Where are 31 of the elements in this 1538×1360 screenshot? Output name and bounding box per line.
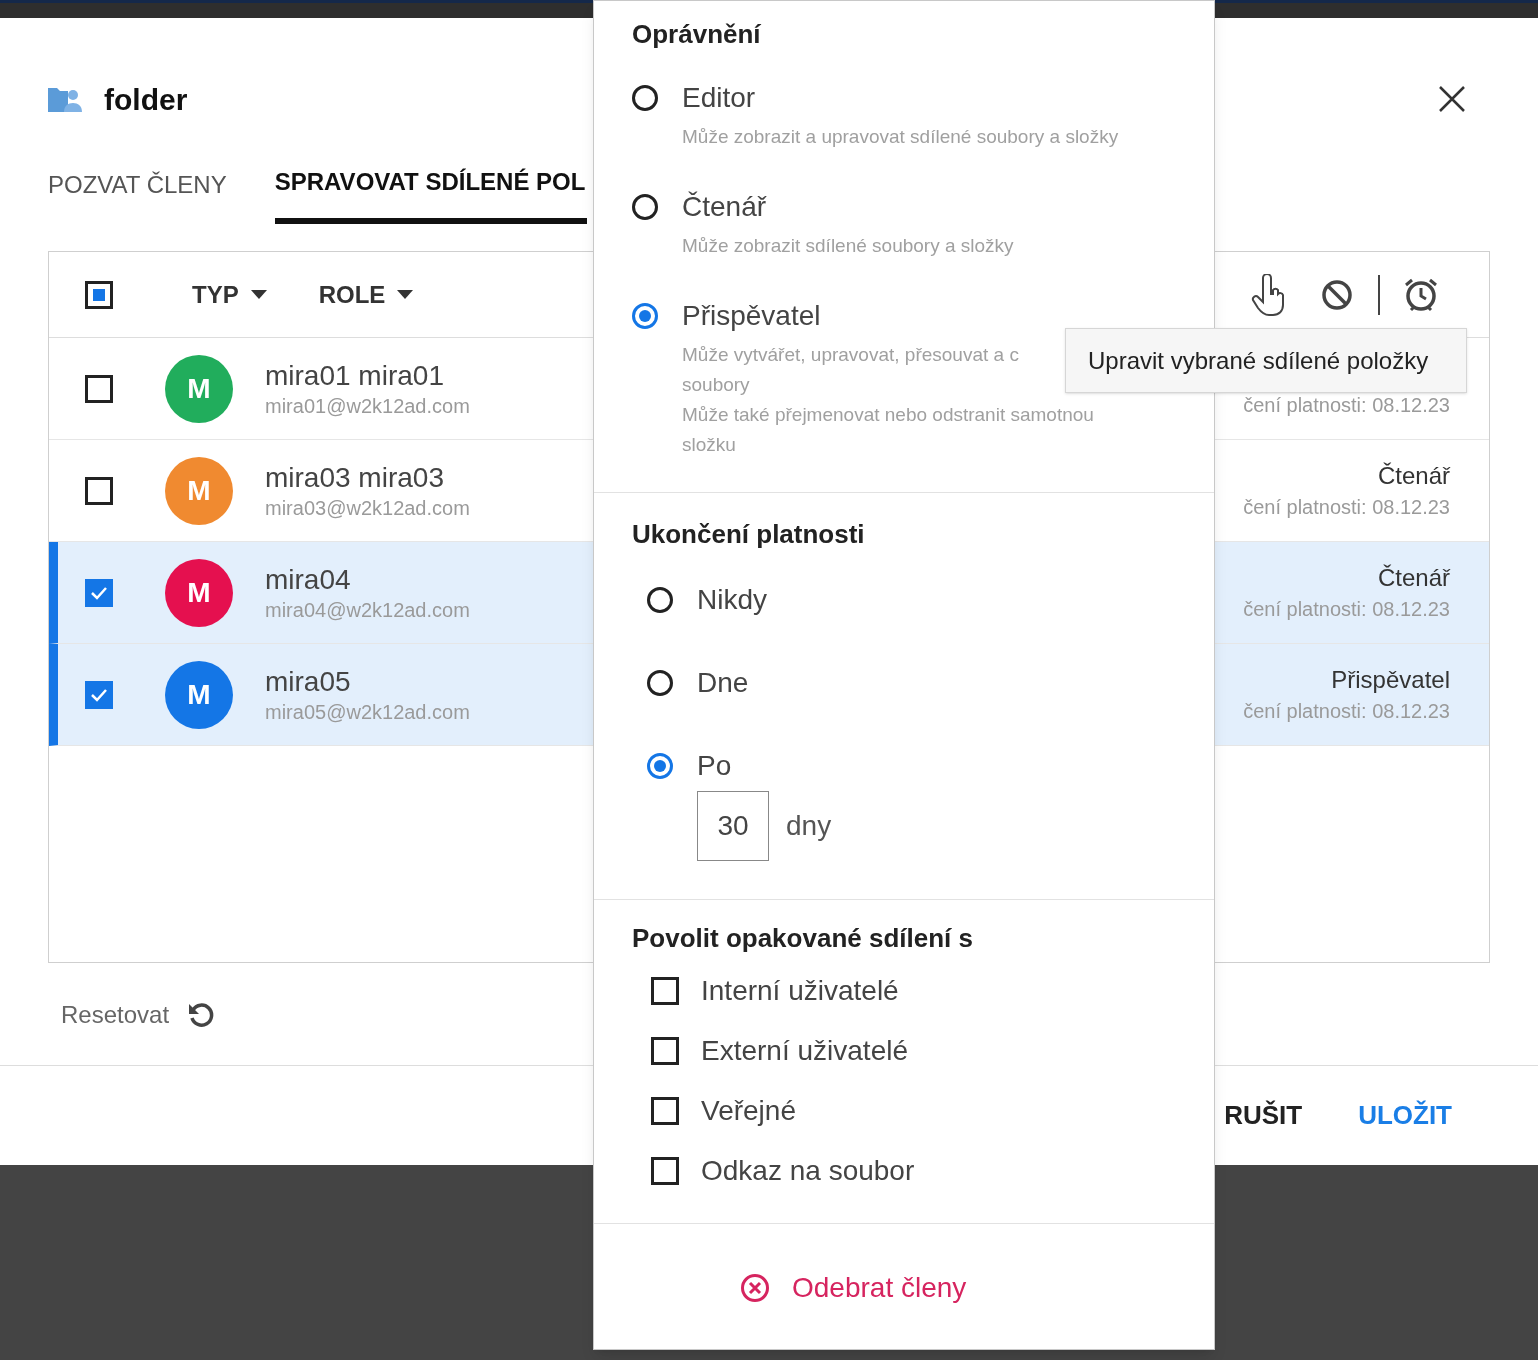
avatar: M — [165, 660, 233, 729]
expiry-date: čení platnosti: 08.12.23 — [1243, 698, 1450, 724]
expiry-date: čení platnosti: 08.12.23 — [1243, 494, 1450, 520]
avatar: M — [165, 354, 233, 423]
member-email: mira01@w2k12ad.com — [265, 393, 470, 419]
option-description: Může vytvářet, upravovat, přesouvat a c — [682, 343, 1019, 367]
section-heading: Povolit opakované sdílení s — [632, 923, 974, 953]
unit-label: dny — [786, 809, 832, 843]
member-role: Přispěvatel — [1331, 664, 1450, 695]
option-description: složku — [682, 433, 736, 457]
option-description: Může zobrazit a upravovat sdílené soubory a složky — [682, 125, 1119, 149]
member-name: mira01 mira01 — [265, 358, 445, 393]
member-name: mira03 mira03 — [265, 460, 445, 495]
expiry-date: čení platnosti: 08.12.23 — [1243, 596, 1450, 622]
section-heading: Ukončení platnosti — [632, 519, 866, 549]
option-description: soubory — [682, 373, 750, 397]
member-email: mira05@w2k12ad.com — [265, 699, 470, 725]
member-name: mira05 — [265, 664, 352, 699]
member-email: mira03@w2k12ad.com — [265, 495, 470, 521]
member-role: Čtenář — [1377, 460, 1450, 491]
tooltip: Upravit vybrané sdílené položky — [1065, 328, 1467, 393]
dialog-title: folder — [104, 81, 188, 118]
option-description: Může také přejmenovat nebo odstranit samotnou — [682, 403, 1094, 427]
expiry-date: čení platnosti: 08.12.23 — [1243, 392, 1450, 418]
member-name: mira04 — [265, 562, 352, 597]
avatar: M — [165, 558, 233, 627]
section-heading: Oprávnění — [632, 19, 762, 49]
member-email: mira04@w2k12ad.com — [265, 597, 470, 623]
avatar: M — [165, 456, 233, 525]
option-description: Může zobrazit sdílené soubory a složky — [682, 234, 1014, 258]
member-role: Čtenář — [1377, 562, 1450, 593]
